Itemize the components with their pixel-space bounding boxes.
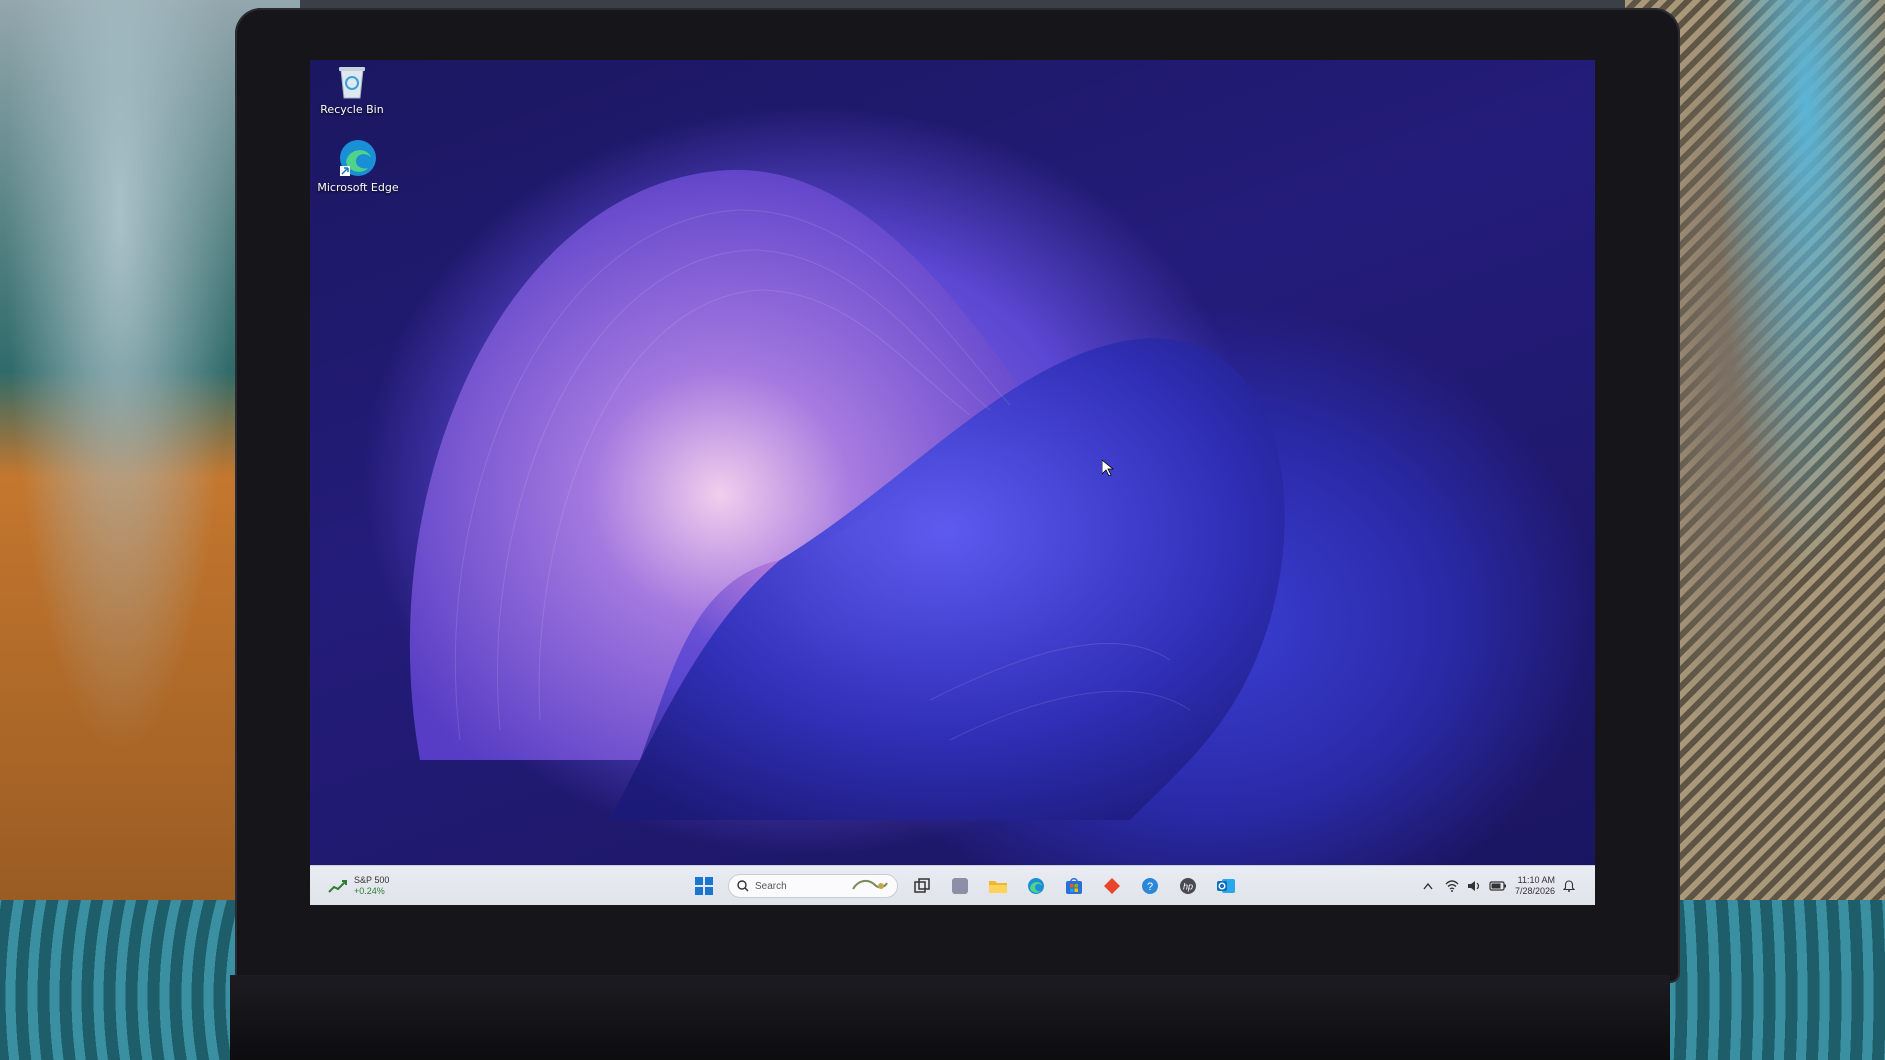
stock-change: +0.24% [354,886,385,896]
laptop-base [230,975,1670,1060]
start-button[interactable] [690,872,718,900]
stock-chart-icon [328,880,347,893]
svg-text:hp: hp [1183,882,1193,892]
mouse-cursor-icon [1102,460,1114,476]
edge-taskbar-button[interactable] [1022,872,1050,900]
wifi-icon[interactable] [1445,880,1459,892]
clock[interactable]: 11:10 AM 7/28/2026 [1515,875,1555,897]
clock-time: 11:10 AM [1517,875,1555,885]
widgets-button[interactable] [946,872,974,900]
search-placeholder: Search [755,880,787,892]
desktop-icon-label: Microsoft Edge [317,181,399,194]
file-explorer-button[interactable] [984,872,1012,900]
search-highlight-icon [852,879,888,890]
task-view-icon [914,878,930,893]
hp-button[interactable]: hp [1174,872,1202,900]
help-button[interactable]: ? [1136,872,1164,900]
desktop-icon-edge[interactable]: Microsoft Edge [314,138,402,194]
widgets-icon [952,878,968,894]
recycle-bin-icon [339,67,365,99]
stock-widget[interactable]: S&P 500 +0.24% [328,872,389,900]
store-button[interactable] [1060,872,1088,900]
help-icon: ? [1142,878,1158,894]
clock-date: 7/28/2026 [1514,886,1555,896]
chevron-up-icon [1423,882,1433,890]
office-icon [1104,878,1120,894]
outlook-button[interactable] [1212,872,1240,900]
system-tray: 11:10 AM 7/28/2026 [1419,870,1575,902]
battery-icon[interactable] [1489,880,1507,892]
file-explorer-icon [989,881,1007,893]
office-button[interactable] [1098,872,1126,900]
search-icon [737,880,749,892]
outlook-icon [1217,879,1235,893]
svg-text:?: ? [1147,881,1153,893]
taskbar-search[interactable]: Search [728,874,898,898]
desktop-icon-recycle-bin[interactable]: Recycle Bin [310,62,396,116]
taskbar: S&P 500 +0.24% Search ? hp 11:10 AM 7/28… [310,865,1595,905]
wallpaper-bloom [409,169,1285,820]
edge-icon [1028,878,1044,894]
store-icon [1066,878,1082,894]
task-view-button[interactable] [908,872,936,900]
desktop-screen[interactable]: Recycle Bin Microsoft Edge S&P 500 +0.24… [310,60,1595,905]
hp-icon: hp [1180,878,1196,894]
stock-name: S&P 500 [354,875,390,885]
tray-overflow-button[interactable] [1419,872,1437,900]
notification-bell-icon[interactable] [1563,880,1575,892]
desktop-icon-label: Recycle Bin [320,103,384,116]
start-icon [695,877,713,895]
volume-icon[interactable] [1467,880,1481,892]
edge-icon [340,140,376,176]
